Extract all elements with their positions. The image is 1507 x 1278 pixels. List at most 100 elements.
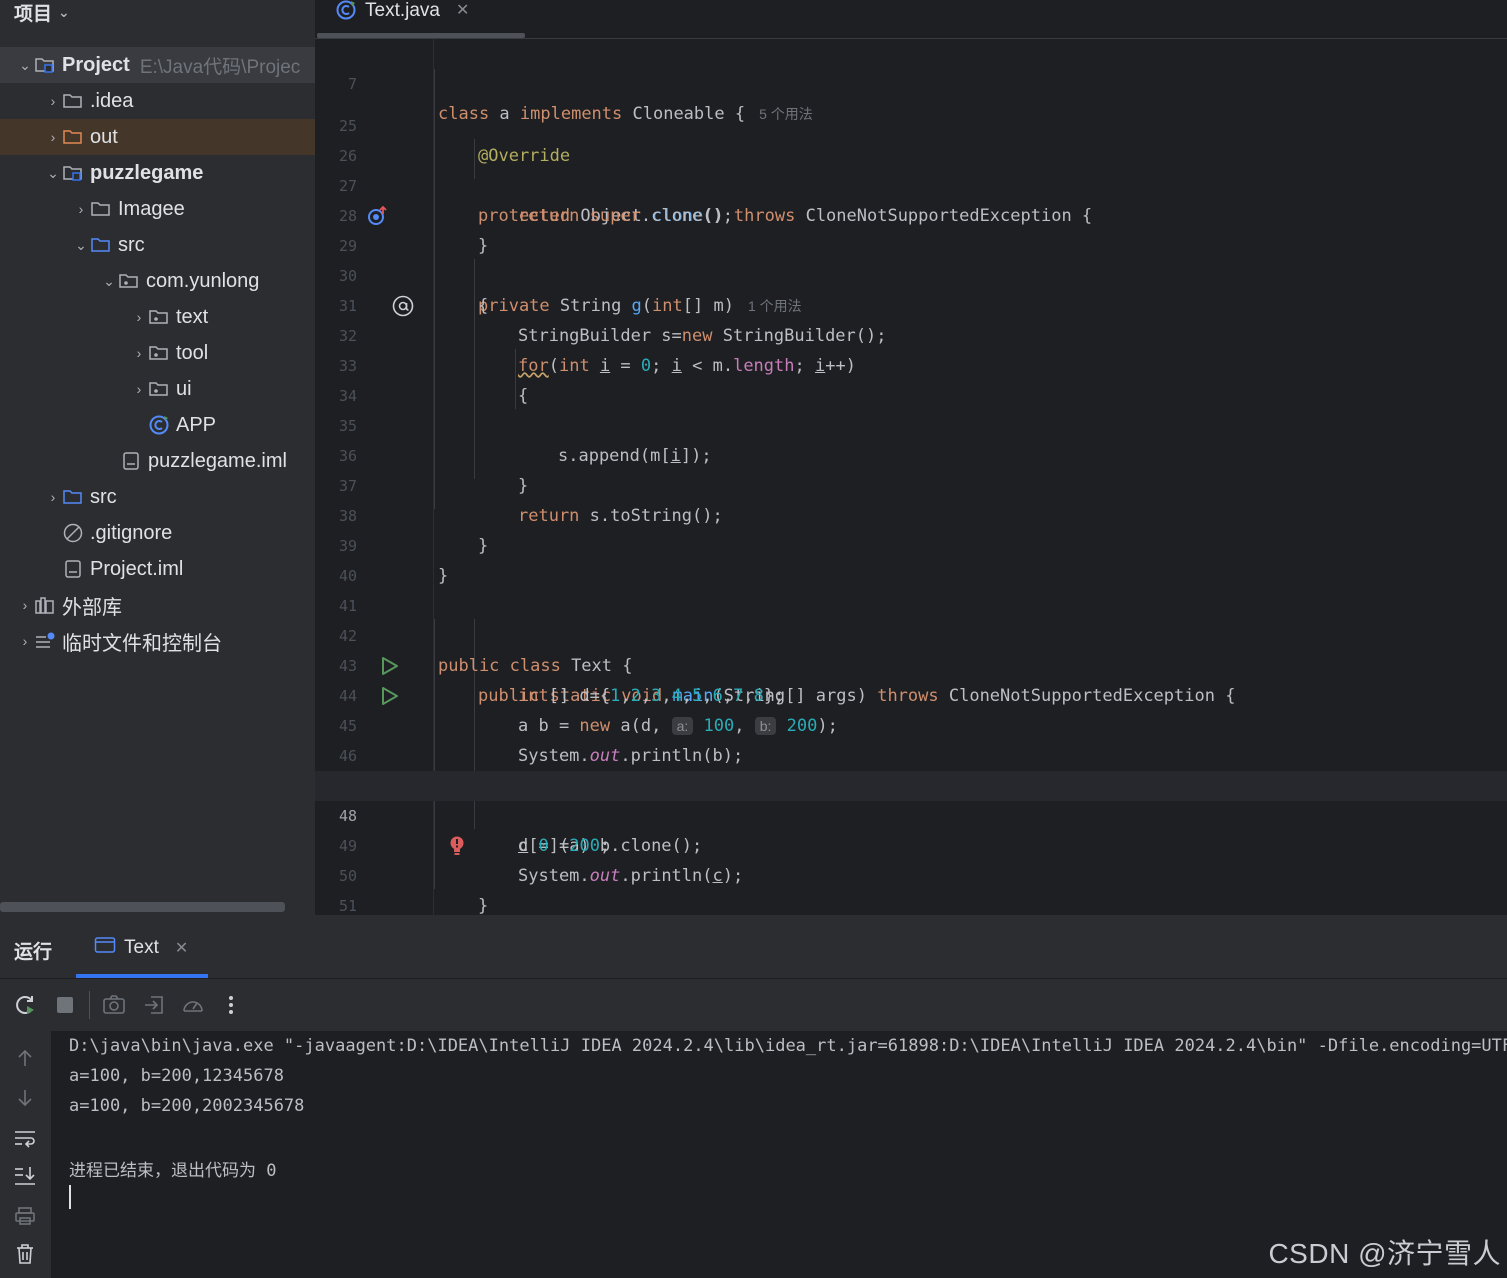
project-path: E:\Java代码\Projec: [139, 56, 301, 78]
tree-item-package-text[interactable]: › text: [0, 299, 315, 335]
tree-item-idea[interactable]: › .idea: [0, 83, 315, 119]
tab-text-java[interactable]: Text.java ✕: [335, 0, 469, 36]
chevron-right-icon[interactable]: ›: [16, 633, 34, 649]
arrow-up-icon[interactable]: [12, 1045, 38, 1071]
code-line[interactable]: 33 {: [315, 321, 1507, 406]
rerun-icon[interactable]: [12, 992, 38, 1018]
sidebar-horizontal-scrollbar[interactable]: [0, 902, 285, 912]
chevron-down-icon[interactable]: ⌄: [58, 4, 70, 21]
tree-item-external-libraries[interactable]: › 外部库: [0, 587, 315, 623]
tree-item-label: puzzlegame.iml: [148, 449, 287, 472]
code-line[interactable]: 49 System.out.println(c);: [315, 801, 1507, 886]
scroll-to-end-icon[interactable]: [12, 1163, 38, 1189]
tree-item-label: src: [118, 233, 145, 256]
chevron-right-icon[interactable]: ›: [44, 93, 62, 109]
trash-icon[interactable]: [12, 1241, 38, 1267]
code-editor[interactable]: 7 class a implements Cloneable {5 个用法 25…: [315, 39, 1507, 915]
code-line[interactable]: 52: [315, 891, 1507, 915]
console-line-output: a=100, b=200,12345678: [69, 1066, 284, 1086]
chevron-right-icon[interactable]: ›: [72, 201, 90, 217]
code-line[interactable]: 38 }: [315, 471, 1507, 556]
tree-item-label: puzzlegame: [90, 161, 204, 184]
code-line[interactable]: 45 System.out.println(b);: [315, 681, 1507, 766]
watermark: CSDN @济宁雪人: [1268, 1238, 1501, 1269]
code-line[interactable]: 25 @Override: [315, 81, 1507, 166]
chevron-right-icon[interactable]: ›: [44, 129, 62, 145]
tree-item-src-inner[interactable]: ⌄ src: [0, 227, 315, 263]
tree-item-project-iml[interactable]: Project.iml: [0, 551, 315, 587]
code-line[interactable]: 35 s.append(m[i]);: [315, 381, 1507, 466]
tree-item-label: .gitignore: [90, 521, 173, 544]
code-line[interactable]: 43 int[] d={1,2,3,4,5,6,7,8};: [315, 621, 1507, 706]
chevron-down-icon[interactable]: ⌄: [16, 57, 34, 74]
chevron-right-icon[interactable]: ›: [16, 597, 34, 613]
chevron-down-icon[interactable]: ⌄: [44, 165, 62, 182]
file-icon: [62, 560, 84, 578]
profiler-gauge-icon[interactable]: [180, 992, 206, 1018]
toolbar-separator: [89, 991, 90, 1019]
console-line-command: D:\java\bin\java.exe "-javaagent:D:\IDEA…: [69, 1036, 1507, 1056]
console-window-icon: [94, 936, 116, 960]
chevron-down-icon[interactable]: ⌄: [100, 273, 118, 290]
close-icon[interactable]: ✕: [175, 938, 188, 958]
chevron-right-icon[interactable]: ›: [130, 381, 148, 397]
camera-icon[interactable]: [101, 992, 127, 1018]
tree-item-imagee[interactable]: › Imagee: [0, 191, 315, 227]
code-line-current[interactable]: 48 d[0]=200;: [315, 771, 1507, 856]
code-line[interactable]: 39 }: [315, 501, 1507, 586]
code-line[interactable]: 44 a b = new a(d, a: 100, b: 200);: [315, 651, 1507, 736]
arrow-down-icon[interactable]: [12, 1085, 38, 1111]
project-panel-title: 项目: [14, 3, 53, 25]
code-line[interactable]: 26 protected Object clone() throws Clone…: [315, 111, 1507, 226]
module-folder-icon: [34, 56, 56, 74]
scratches-icon: [34, 632, 56, 650]
code-line[interactable]: 47 c = (a) b.clone();: [315, 741, 1507, 856]
tree-item-src-root[interactable]: › src: [0, 479, 315, 515]
tree-item-puzzlegame[interactable]: ⌄ puzzlegame: [0, 155, 315, 191]
chevron-right-icon[interactable]: ›: [44, 489, 62, 505]
project-panel-header[interactable]: 项目 ⌄: [0, 0, 315, 25]
chevron-right-icon[interactable]: ›: [130, 345, 148, 361]
code-line[interactable]: 46 a c = new a();: [315, 711, 1507, 796]
code-line[interactable]: 29 private String g(int[] m) 1 个用法: [315, 201, 1507, 317]
code-line[interactable]: 7 class a implements Cloneable {5 个用法: [315, 39, 1507, 124]
code-line[interactable]: 36 }: [315, 411, 1507, 496]
stop-icon[interactable]: [52, 992, 78, 1018]
run-toolbar: [0, 979, 1507, 1031]
tree-item-puzzlegame-iml[interactable]: puzzlegame.iml: [0, 443, 315, 479]
tree-item-project[interactable]: ⌄ Project E:\Java代码\Projec: [0, 47, 315, 83]
tree-item-package-tool[interactable]: › tool: [0, 335, 315, 371]
tree-item-scratches-consoles[interactable]: › 临时文件和控制台: [0, 623, 315, 659]
run-tab-text[interactable]: Text ✕: [94, 936, 188, 960]
package-icon: [148, 380, 170, 398]
tree-item-label: com.yunlong: [146, 269, 260, 292]
code-line[interactable]: 27 return super.clone();: [315, 141, 1507, 226]
code-line[interactable]: 37 return s.toString();: [315, 441, 1507, 526]
tree-item-app-class[interactable]: APP: [0, 407, 315, 443]
code-line[interactable]: 51 }: [315, 861, 1507, 915]
code-line[interactable]: 41 public class Text {: [315, 561, 1507, 676]
code-line[interactable]: 42 public static void main(String[] args…: [315, 591, 1507, 706]
tree-item-label: ui: [176, 377, 192, 400]
code-line[interactable]: 34: [315, 351, 1507, 405]
close-icon[interactable]: ✕: [456, 0, 469, 20]
console-side-toolbar: [0, 1031, 51, 1278]
code-line[interactable]: 28 }: [315, 171, 1507, 256]
more-options-icon[interactable]: [218, 992, 244, 1018]
source-folder-icon: [62, 488, 84, 506]
code-line[interactable]: 30 {: [315, 231, 1507, 316]
chevron-down-icon[interactable]: ⌄: [72, 237, 90, 254]
exit-icon[interactable]: [141, 992, 167, 1018]
code-line[interactable]: 32 for(int i = 0; i < m.length; i++): [315, 291, 1507, 376]
tree-item-package-com-yunlong[interactable]: ⌄ com.yunlong: [0, 263, 315, 299]
tree-item-gitignore[interactable]: .gitignore: [0, 515, 315, 551]
tree-item-package-ui[interactable]: › ui: [0, 371, 315, 407]
run-tab-active-indicator: [76, 974, 208, 978]
print-icon[interactable]: [12, 1203, 38, 1229]
soft-wrap-icon[interactable]: [12, 1125, 38, 1151]
chevron-right-icon[interactable]: ›: [130, 309, 148, 325]
code-line[interactable]: 50 }: [315, 831, 1507, 915]
code-line[interactable]: 31 StringBuilder s=new StringBuilder();: [315, 261, 1507, 346]
code-line[interactable]: 40: [315, 531, 1507, 585]
tree-item-out[interactable]: › out: [0, 119, 315, 155]
